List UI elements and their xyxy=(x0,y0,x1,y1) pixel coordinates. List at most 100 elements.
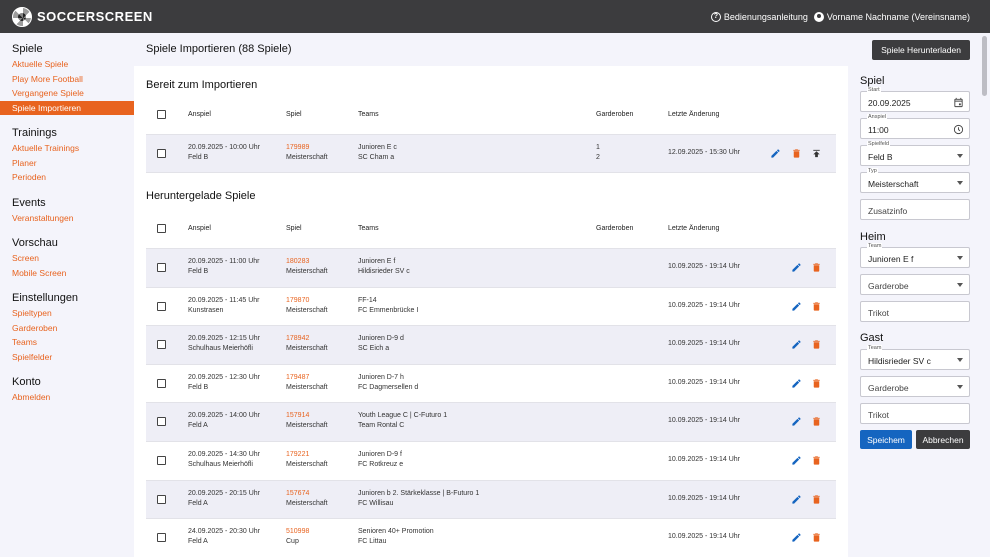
delete-icon[interactable] xyxy=(811,339,822,350)
sidebar-item-aktuelle-trainings[interactable]: Aktuelle Trainings xyxy=(0,141,134,156)
gast-garderobe-select[interactable]: Garderobe xyxy=(860,376,970,397)
help-label: Bedienungsanleitung xyxy=(723,11,808,22)
nav-section-konto: Konto Abmelden xyxy=(0,376,134,405)
app-logo[interactable]: SOCCERSCREEN xyxy=(12,6,153,27)
sidebar-item-garderoben[interactable]: Garderoben xyxy=(0,321,134,336)
gast-team-label: Team xyxy=(867,345,883,352)
edit-icon[interactable] xyxy=(791,455,802,466)
row-game-number[interactable]: 179870 xyxy=(286,296,309,306)
edit-icon[interactable] xyxy=(791,532,802,543)
row-game-number[interactable]: 179221 xyxy=(286,450,309,460)
row-checkbox[interactable] xyxy=(157,378,166,388)
sidebar-item-screen[interactable]: Screen xyxy=(0,251,134,266)
downloaded-section-title: Heruntergelade Spiele xyxy=(146,190,256,202)
edit-icon[interactable] xyxy=(770,148,781,159)
spielfeld-value: Feld B xyxy=(868,152,893,162)
sidebar-item-planer[interactable]: Planer xyxy=(0,156,134,171)
heim-garderobe-select[interactable]: Garderobe xyxy=(860,274,970,295)
row-changed: 10.09.2025 - 19:14 Uhr xyxy=(668,378,740,386)
row-field: Feld B xyxy=(188,268,209,275)
heim-team-select[interactable]: Team Junioren E f xyxy=(860,243,970,268)
row-team-away: FC Littau xyxy=(358,538,387,546)
table-row[interactable]: 20.09.2025 - 11:00 Uhr Feld B 180283 Meiste… xyxy=(146,249,836,288)
row-field: Schulhaus Meierhöfli xyxy=(188,345,253,353)
row-checkbox[interactable] xyxy=(157,263,166,272)
heim-trikot-input[interactable]: Trikot xyxy=(860,301,970,322)
row-checkbox[interactable] xyxy=(157,533,166,543)
table-row[interactable]: 20.09.2025 - 12:30 Uhr Feld B 179487 Meiste… xyxy=(146,364,836,404)
table-row[interactable]: 20.09.2025 - 14:00 Uhr Feld A 157914 Meiste… xyxy=(146,403,836,442)
delete-icon[interactable] xyxy=(811,416,822,427)
save-button[interactable]: Speichem xyxy=(860,430,912,449)
typ-value: Meisterschaft xyxy=(868,179,919,189)
delete-icon[interactable] xyxy=(811,455,822,466)
delete-icon[interactable] xyxy=(811,532,822,543)
table-row[interactable]: 20.09.2025 - 10:00 Uhr Feld B 179989 Mei… xyxy=(146,135,836,173)
col-letzte-aenderung: Letzte Änderung xyxy=(668,225,720,232)
sidebar-item-vergangene-spiele[interactable]: Vergangene Spiele xyxy=(0,86,134,101)
row-checkbox[interactable] xyxy=(157,301,166,311)
sidebar-item-perioden[interactable]: Perioden xyxy=(0,170,134,185)
row-game-number[interactable]: 178942 xyxy=(286,334,309,344)
row-game-number[interactable]: 179989 xyxy=(286,143,309,153)
select-all-checkbox[interactable] xyxy=(157,224,166,233)
edit-icon[interactable] xyxy=(791,262,802,273)
app-name: SOCCERSCREEN xyxy=(37,9,153,24)
sidebar-item-veranstaltungen[interactable]: Veranstaltungen xyxy=(0,211,134,226)
edit-icon[interactable] xyxy=(791,339,802,350)
cancel-button[interactable]: Abbrechen xyxy=(916,430,970,449)
select-all-checkbox[interactable] xyxy=(157,110,166,119)
delete-icon[interactable] xyxy=(811,301,822,312)
calendar-icon[interactable] xyxy=(953,97,964,108)
start-date-field[interactable]: Start 20.09.2025 xyxy=(860,87,970,112)
sidebar-item-spiele-importieren[interactable]: Spiele Importieren xyxy=(0,100,134,115)
nav-section-spiele: Spiele Aktuelle Spiele Play More Footbal… xyxy=(0,43,134,115)
delete-icon[interactable] xyxy=(811,262,822,273)
delete-icon[interactable] xyxy=(791,148,802,159)
row-game-number[interactable]: 180283 xyxy=(286,257,309,267)
table-row[interactable]: 20.09.2025 - 11:45 Uhr Kunstrasen 179870 Me… xyxy=(146,287,836,327)
edit-icon[interactable] xyxy=(791,301,802,312)
table-row[interactable]: 20.09.2025 - 20:15 Uhr Feld A 157674 Meiste… xyxy=(146,480,836,520)
sidebar-item-play-more-football[interactable]: Play More Football xyxy=(0,72,134,87)
nav-title-vorschau: Vorschau xyxy=(12,237,58,249)
row-checkbox[interactable] xyxy=(157,417,166,427)
edit-icon[interactable] xyxy=(791,378,802,389)
download-games-button[interactable]: Spiele Herunterladen xyxy=(872,40,970,60)
table-row[interactable]: 20.09.2025 - 14:30 Uhr Schulhaus Meierhöf… xyxy=(146,442,836,481)
row-checkbox[interactable] xyxy=(157,494,166,504)
typ-select[interactable]: Typ Meisterschaft xyxy=(860,168,970,193)
row-checkbox[interactable] xyxy=(157,149,166,158)
delete-icon[interactable] xyxy=(811,494,822,505)
row-game-number[interactable]: 179487 xyxy=(286,373,309,383)
row-game-number[interactable]: 510998 xyxy=(286,527,309,537)
user-menu[interactable]: Vorname Nachname (Vereinsname) xyxy=(813,11,970,22)
sidebar-item-mobile-screen[interactable]: Mobile Screen xyxy=(0,266,134,281)
spielfeld-select[interactable]: Spielfeld Feld B xyxy=(860,141,970,166)
row-date: 20.09.2025 - 11:00 Uhr xyxy=(188,258,260,265)
row-game-number[interactable]: 157674 xyxy=(286,489,309,499)
help-link[interactable]: ? Bedienungsanleitung xyxy=(710,11,808,22)
scrollbar[interactable] xyxy=(982,36,987,96)
import-icon[interactable] xyxy=(811,148,822,159)
row-game-number[interactable]: 157914 xyxy=(286,411,309,421)
row-checkbox[interactable] xyxy=(157,340,166,350)
sidebar-item-abmelden[interactable]: Abmelden xyxy=(0,390,134,405)
clock-icon[interactable] xyxy=(953,124,964,135)
table-row[interactable]: 24.09.2025 - 20:30 Uhr Feld A 510998 Cup Sen… xyxy=(146,519,836,557)
top-bar: SOCCERSCREEN ? Bedienungsanleitung Vorna… xyxy=(0,0,990,33)
sidebar-item-spieltypen[interactable]: Spieltypen xyxy=(0,306,134,321)
row-team-away: FC Emmenbrücke I xyxy=(358,306,419,314)
sidebar-item-spielfelder[interactable]: Spielfelder xyxy=(0,350,134,365)
anspiel-time-field[interactable]: Anspiel 11:00 xyxy=(860,114,970,139)
gast-trikot-input[interactable]: Trikot xyxy=(860,403,970,424)
zusatzinfo-input[interactable]: Zusatzinfo xyxy=(860,199,970,220)
sidebar-item-aktuelle-spiele[interactable]: Aktuelle Spiele xyxy=(0,57,134,72)
table-row[interactable]: 20.09.2025 - 12:15 Uhr Schulhaus Meierhöf… xyxy=(146,326,836,365)
gast-team-select[interactable]: Team Hildisrieder SV c xyxy=(860,345,970,370)
delete-icon[interactable] xyxy=(811,378,822,389)
row-checkbox[interactable] xyxy=(157,456,166,465)
edit-icon[interactable] xyxy=(791,494,802,505)
edit-icon[interactable] xyxy=(791,416,802,427)
sidebar-item-teams[interactable]: Teams xyxy=(0,335,134,350)
